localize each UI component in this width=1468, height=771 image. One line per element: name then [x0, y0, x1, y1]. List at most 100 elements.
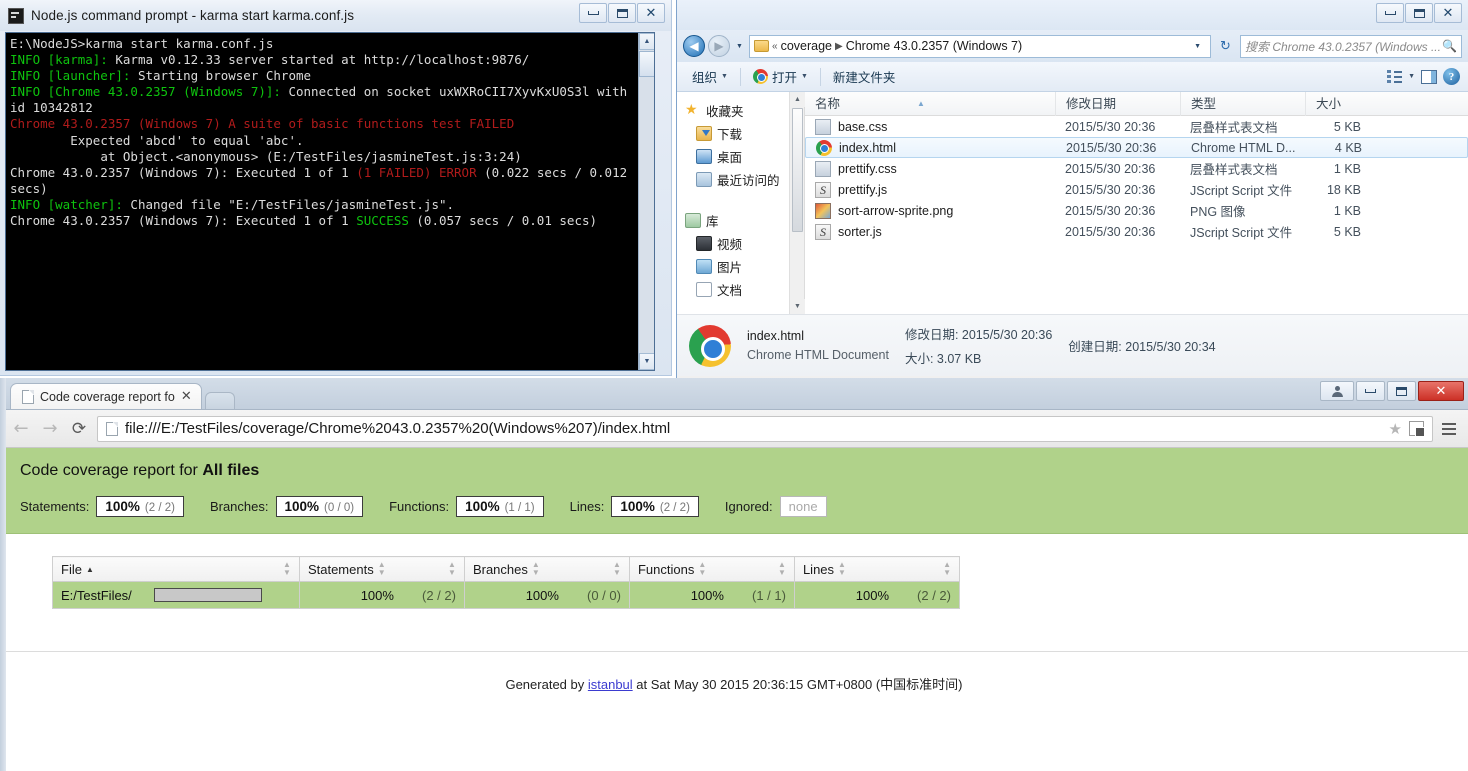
coverage-percent: 100%: [690, 587, 724, 603]
address-overflow-icon[interactable]: «: [772, 41, 778, 52]
cmd-maximize-button[interactable]: [608, 3, 636, 23]
sort-ascending-icon[interactable]: ▲: [86, 565, 94, 574]
browser-user-button[interactable]: [1320, 381, 1354, 401]
explorer-search-input[interactable]: 搜索 Chrome 43.0.2357 (Windows ... 🔍: [1240, 34, 1462, 58]
breadcrumb-current[interactable]: Chrome 43.0.2357 (Windows 7): [846, 39, 1022, 53]
address-bar[interactable]: « coverage ▶ Chrome 43.0.2357 (Windows 7…: [749, 34, 1211, 58]
browser-reload-button[interactable]: ⟳: [68, 419, 90, 439]
explorer-maximize-button[interactable]: [1405, 3, 1433, 23]
chrome-browser-window[interactable]: Code coverage report fo ✕ ✕ ← → ⟳ file:/…: [0, 378, 1468, 771]
console-segment: INFO [karma]:: [10, 52, 108, 68]
qr-extension-icon[interactable]: [1409, 421, 1425, 437]
sort-toggle-icon-secondary[interactable]: ▲ ▼: [943, 561, 951, 577]
browser-forward-button[interactable]: →: [39, 418, 61, 439]
file-row[interactable]: sort-arrow-sprite.png 2015/5/30 20:36 PNG …: [805, 200, 1468, 221]
toolbar-divider: [739, 67, 741, 86]
column-header-date[interactable]: 修改日期: [1055, 91, 1180, 116]
sort-ascending-icon: ▲: [917, 98, 925, 108]
command-prompt-window[interactable]: Node.js command prompt - karma start kar…: [0, 0, 672, 376]
istanbul-link[interactable]: istanbul: [588, 677, 633, 692]
sidebar-item-library[interactable]: 库: [677, 209, 804, 232]
sort-toggle-icon-secondary[interactable]: ▲ ▼: [283, 561, 291, 577]
sort-toggle-icon-secondary[interactable]: ▲ ▼: [613, 561, 621, 577]
column-header-size[interactable]: 大小: [1305, 91, 1373, 116]
browser-menu-icon[interactable]: [1440, 422, 1458, 435]
column-header-name[interactable]: 名称 ▲: [805, 92, 1055, 116]
forward-button[interactable]: ▶: [708, 35, 730, 57]
sort-toggle-icon[interactable]: ▲ ▼: [532, 561, 540, 577]
sidebar-item-desktop[interactable]: 桌面: [677, 145, 804, 168]
cmd-close-button[interactable]: ✕: [637, 3, 665, 23]
sidebar-item-video[interactable]: 视频: [677, 232, 804, 255]
explorer-titlebar[interactable]: ✕: [677, 0, 1468, 30]
browser-back-button[interactable]: ←: [10, 418, 32, 439]
coverage-column-header-functions[interactable]: Functions ▲ ▼ ▲ ▼: [628, 556, 795, 582]
sidebar-scroll-thumb[interactable]: [792, 108, 803, 232]
coverage-column-header-branches[interactable]: Branches ▲ ▼ ▲ ▼: [463, 556, 630, 582]
coverage-file-link[interactable]: E:/TestFiles/: [61, 588, 132, 603]
sidebar-item-downloads[interactable]: 下载: [677, 122, 804, 145]
sort-toggle-icon[interactable]: ▲ ▼: [698, 561, 706, 577]
sidebar-item-recent-places[interactable]: 最近访问的: [677, 168, 804, 191]
file-type-cell: PNG 图像: [1190, 205, 1246, 219]
explorer-minimize-button[interactable]: [1376, 3, 1404, 23]
help-icon[interactable]: ?: [1443, 68, 1460, 85]
cmd-minimize-button[interactable]: [579, 3, 607, 23]
cmd-scroll-down-icon[interactable]: ▼: [639, 353, 654, 370]
browser-tab-coverage-report[interactable]: Code coverage report fo ✕: [10, 383, 202, 409]
browser-minimize-button[interactable]: [1356, 381, 1385, 401]
sort-toggle-icon[interactable]: ▲ ▼: [838, 561, 846, 577]
cmd-scrollbar[interactable]: ▲ ▼: [638, 33, 654, 370]
file-row[interactable]: index.html 2015/5/30 20:36 Chrome HTML D..…: [805, 137, 1468, 158]
refresh-button[interactable]: ↻: [1214, 35, 1237, 58]
breadcrumb-coverage[interactable]: coverage: [781, 39, 832, 53]
back-button[interactable]: ◀: [683, 35, 705, 57]
view-chevron-down-icon[interactable]: ▼: [1408, 73, 1415, 80]
file-row[interactable]: base.css 2015/5/30 20:36 层叠样式表文档 5 KB: [805, 116, 1468, 137]
address-dropdown-icon[interactable]: ▼: [1189, 43, 1206, 50]
explorer-sidebar: ★ 收藏夹 下载 桌面 最近访问的库视频 图片 文档 ▲ ▼: [677, 92, 805, 314]
css-file-icon: [815, 118, 831, 135]
open-button[interactable]: 打开 ▼: [746, 63, 815, 90]
cmd-scroll-up-icon[interactable]: ▲: [639, 33, 654, 50]
console-segment: (1 FAILED) ERROR: [356, 164, 477, 180]
sidebar-item-document[interactable]: 文档: [677, 278, 804, 301]
sidebar-scroll-down-icon[interactable]: ▼: [790, 299, 805, 314]
status-modified-value: 2015/5/30 20:36: [961, 328, 1053, 342]
organize-button[interactable]: 组织 ▼: [685, 63, 735, 90]
sidebar-item-label: 最近访问的: [717, 174, 780, 188]
cmd-console-area[interactable]: E:\NodeJS>karma start karma.conf.js INFO …: [5, 32, 655, 371]
file-row[interactable]: prettify.css 2015/5/30 20:36 层叠样式表文档 1 KB: [805, 158, 1468, 179]
cmd-titlebar[interactable]: Node.js command prompt - karma start kar…: [0, 0, 671, 31]
cmd-scroll-thumb[interactable]: [639, 51, 654, 77]
sort-toggle-icon-secondary[interactable]: ▲ ▼: [448, 561, 456, 577]
metric-statements: Statements: 100% (2 / 2): [20, 496, 184, 517]
coverage-column-header-file[interactable]: File ▲ ▲ ▼: [52, 556, 300, 582]
bookmark-star-icon[interactable]: ★: [1389, 420, 1402, 438]
coverage-column-header-statements[interactable]: Statements ▲ ▼ ▲ ▼: [298, 556, 465, 582]
new-tab-button[interactable]: [204, 392, 235, 409]
sidebar-scrollbar[interactable]: ▲ ▼: [789, 92, 805, 314]
sidebar-item-star[interactable]: ★ 收藏夹: [677, 99, 804, 122]
explorer-close-button[interactable]: ✕: [1434, 3, 1462, 23]
windows-explorer-window[interactable]: ✕ ◀ ▶ ▼ « coverage ▶ Chrome 43.0.2357 (W…: [676, 0, 1468, 381]
preview-pane-icon[interactable]: [1421, 69, 1437, 84]
browser-titlebar[interactable]: Code coverage report fo ✕ ✕: [0, 378, 1468, 410]
browser-maximize-button[interactable]: [1387, 381, 1416, 401]
change-view-icon[interactable]: [1387, 70, 1403, 83]
sidebar-item-picture[interactable]: 图片: [677, 255, 804, 278]
coverage-table-row[interactable]: E:/TestFiles/100% (2 / 2) 100% (0 / 0) 100% (…: [52, 581, 961, 609]
file-date-cell: 2015/5/30 20:36: [1065, 182, 1156, 197]
file-row[interactable]: prettify.js 2015/5/30 20:36 JScript Script…: [805, 179, 1468, 200]
browser-address-input[interactable]: file:///E:/TestFiles/coverage/Chrome%204…: [97, 415, 1433, 442]
new-folder-button[interactable]: 新建文件夹: [826, 63, 903, 90]
sort-toggle-icon[interactable]: ▲ ▼: [378, 561, 386, 577]
sort-toggle-icon-secondary[interactable]: ▲ ▼: [778, 561, 786, 577]
file-row[interactable]: sorter.js 2015/5/30 20:36 JScript Script 文…: [805, 221, 1468, 242]
sidebar-scroll-up-icon[interactable]: ▲: [790, 92, 805, 107]
recent-pages-chevron-icon[interactable]: ▼: [733, 35, 746, 57]
browser-close-button[interactable]: ✕: [1418, 381, 1464, 401]
column-header-type[interactable]: 类型: [1180, 91, 1305, 116]
coverage-column-header-lines[interactable]: Lines ▲ ▼ ▲ ▼: [793, 556, 961, 582]
tab-close-icon[interactable]: ✕: [181, 389, 192, 404]
